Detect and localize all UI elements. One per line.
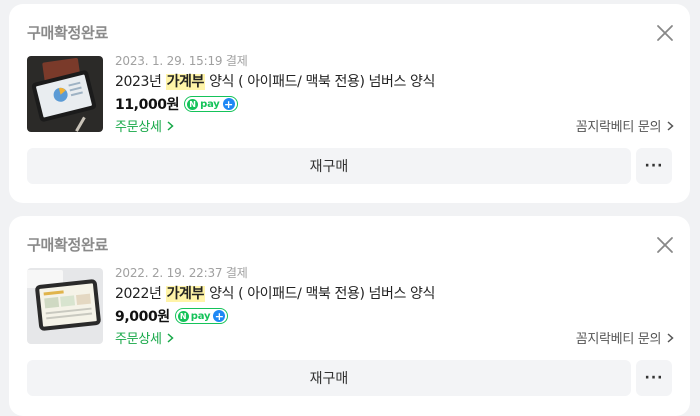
product-title-suffix: 양식 ( 아이패드/ 맥북 전용) 넘버스 양식 <box>205 74 436 90</box>
chevron-right-icon <box>667 333 674 343</box>
plus-icon: + <box>213 309 226 323</box>
price-row: 11,000원 N pay + <box>115 94 238 114</box>
product-thumbnail[interactable] <box>27 56 103 132</box>
chevron-right-icon <box>167 333 175 343</box>
order-status: 구매확정완료 <box>27 236 109 254</box>
product-title-prefix: 2022년 <box>115 286 166 302</box>
more-dots-icon: ··· <box>644 158 664 174</box>
chevron-right-icon <box>667 121 674 131</box>
more-options-button[interactable]: ··· <box>636 148 672 184</box>
chevron-right-icon <box>167 121 175 131</box>
ipad-budget-dark-thumbnail-icon <box>27 56 103 132</box>
npay-text: pay <box>190 310 211 322</box>
order-detail-label: 주문상세 <box>115 120 162 135</box>
order-detail-link[interactable]: 주문상세 <box>115 116 175 135</box>
price: 11,000원 <box>115 97 180 113</box>
naver-n-icon: N <box>187 98 199 110</box>
close-icon[interactable] <box>656 236 674 254</box>
order-card: 구매확정완료 2022. 2. 19. 22:37 결제 2022년 가계부 양… <box>9 216 690 416</box>
product-title-prefix: 2023년 <box>115 74 166 90</box>
product-title-highlight: 가계부 <box>165 74 206 90</box>
plus-icon: + <box>222 97 235 111</box>
product-thumbnail[interactable] <box>27 268 103 344</box>
npay-badge: N pay + <box>184 96 238 112</box>
product-title[interactable]: 2023년 가계부 양식 ( 아이패드/ 맥북 전용) 넘버스 양식 <box>115 71 435 91</box>
npay-badge: N pay + <box>174 308 229 324</box>
order-detail-label: 주문상세 <box>115 332 162 347</box>
order-detail-link[interactable]: 주문상세 <box>115 328 175 347</box>
seller-inquiry-label: 꼼지락베티 문의 <box>575 332 662 347</box>
price: 9,000원 <box>115 309 170 325</box>
price-row: 9,000원 N pay + <box>115 306 229 326</box>
npay-text: pay <box>200 98 220 110</box>
rebuy-button[interactable]: 재구매 <box>27 360 631 396</box>
seller-inquiry-link[interactable]: 꼼지락베티 문의 <box>576 328 674 347</box>
order-status: 구매확정완료 <box>27 24 109 42</box>
payment-date: 2023. 1. 29. 15:19 결제 <box>115 54 248 68</box>
more-dots-icon: ··· <box>644 370 664 386</box>
seller-inquiry-label: 꼼지락베티 문의 <box>575 120 662 135</box>
product-title-suffix: 양식 ( 아이패드/ 맥북 전용) 넘버스 양식 <box>205 286 436 302</box>
seller-inquiry-link[interactable]: 꼼지락베티 문의 <box>576 116 674 135</box>
order-card: 구매확정완료 2023. 1. 29. 15:19 결제 2023년 가계부 양… <box>9 4 690 203</box>
rebuy-button[interactable]: 재구매 <box>27 148 631 184</box>
product-title[interactable]: 2022년 가계부 양식 ( 아이패드/ 맥북 전용) 넘버스 양식 <box>115 283 435 303</box>
naver-n-icon: N <box>177 310 189 322</box>
product-title-highlight: 가계부 <box>165 286 206 302</box>
more-options-button[interactable]: ··· <box>636 360 672 396</box>
ipad-budget-light-thumbnail-icon <box>27 268 103 344</box>
payment-date: 2022. 2. 19. 22:37 결제 <box>115 266 248 280</box>
close-icon[interactable] <box>656 24 674 42</box>
